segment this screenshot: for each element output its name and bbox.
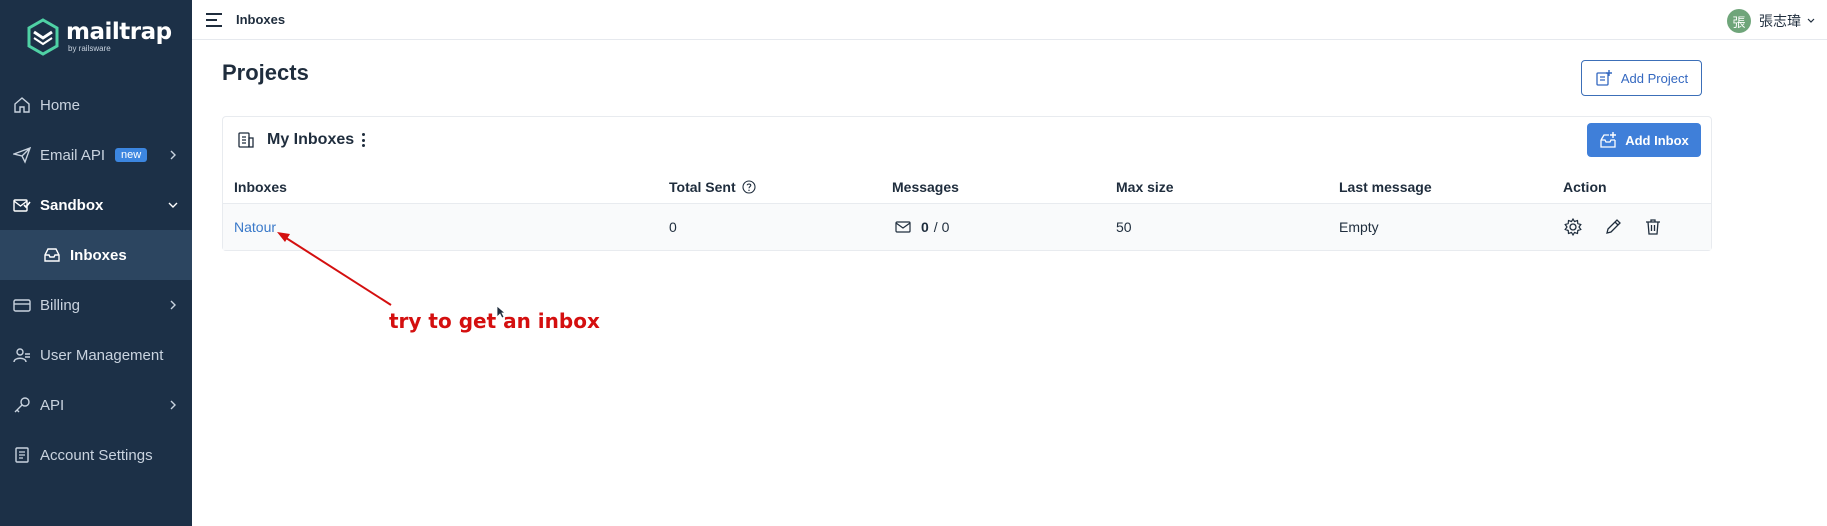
add-inbox-label: Add Inbox bbox=[1625, 132, 1689, 148]
chevron-down-icon bbox=[1807, 18, 1815, 23]
sidebar-item-inboxes[interactable]: Inboxes bbox=[0, 230, 192, 280]
column-header-label: Total Sent bbox=[669, 179, 736, 195]
sidebar-item-home[interactable]: Home bbox=[0, 80, 192, 130]
sidebar: mailtrap by railsware Home Email API new… bbox=[0, 0, 192, 526]
sidebar-item-user-management[interactable]: User Management bbox=[0, 330, 192, 380]
menu-toggle-icon[interactable] bbox=[206, 12, 222, 27]
column-header-messages: Messages bbox=[892, 179, 959, 195]
help-icon[interactable] bbox=[742, 180, 756, 194]
annotation-text: try to get an inbox bbox=[389, 309, 600, 333]
column-header-last-message: Last message bbox=[1339, 179, 1432, 195]
messages-unread: 0 bbox=[921, 219, 929, 235]
settings-doc-icon bbox=[12, 445, 32, 465]
key-icon bbox=[12, 395, 32, 415]
column-header-action: Action bbox=[1563, 179, 1607, 195]
mouse-cursor-icon bbox=[496, 305, 506, 319]
last-message-value: Empty bbox=[1339, 219, 1379, 235]
column-header-inboxes: Inboxes bbox=[234, 179, 287, 195]
topbar: Inboxes 張 張志瑋 bbox=[192, 0, 1827, 40]
new-badge: new bbox=[115, 148, 148, 162]
sidebar-item-label: Account Settings bbox=[40, 446, 153, 464]
add-project-button[interactable]: Add Project bbox=[1581, 60, 1702, 96]
inbox-link[interactable]: Natour bbox=[234, 204, 276, 250]
add-inbox-button[interactable]: Add Inbox bbox=[1587, 123, 1701, 157]
chevron-right-icon bbox=[170, 300, 176, 310]
sidebar-item-email-api[interactable]: Email API new bbox=[0, 130, 192, 180]
total-sent-value: 0 bbox=[669, 219, 677, 235]
add-project-icon bbox=[1596, 70, 1612, 86]
gear-icon[interactable] bbox=[1563, 217, 1583, 237]
project-icon bbox=[238, 132, 254, 148]
user-name: 張志瑋 bbox=[1759, 13, 1801, 29]
sidebar-item-label: Home bbox=[40, 96, 81, 114]
column-header-max-size: Max size bbox=[1116, 179, 1174, 195]
messages-cell: 0 / 0 bbox=[895, 204, 949, 250]
trash-icon[interactable] bbox=[1643, 217, 1663, 237]
kebab-menu-icon[interactable] bbox=[362, 133, 366, 147]
table-row: Natour 0 0 / 0 50 Empty bbox=[223, 203, 1711, 250]
max-size-value: 50 bbox=[1116, 219, 1132, 235]
messages-total: / 0 bbox=[933, 219, 950, 235]
avatar: 張 bbox=[1727, 9, 1751, 33]
envelope-icon bbox=[895, 221, 911, 233]
project-card: My Inboxes Add Inbox Inboxes Total Sent … bbox=[222, 116, 1712, 251]
sidebar-item-billing[interactable]: Billing bbox=[0, 280, 192, 330]
add-inbox-icon bbox=[1600, 132, 1617, 148]
users-icon bbox=[12, 345, 32, 365]
inbox-icon bbox=[42, 245, 62, 265]
billing-icon bbox=[12, 295, 32, 315]
table-header: Inboxes Total Sent Messages Max size Las… bbox=[223, 171, 1711, 203]
mailtrap-logo-icon bbox=[27, 18, 59, 56]
edit-pencil-icon[interactable] bbox=[1603, 217, 1623, 237]
project-header: My Inboxes bbox=[237, 131, 366, 149]
send-icon bbox=[12, 145, 32, 165]
brand-sub: by railsware bbox=[68, 44, 111, 53]
sandbox-icon bbox=[12, 195, 32, 215]
home-icon bbox=[12, 95, 32, 115]
sidebar-item-label: Sandbox bbox=[40, 196, 104, 214]
sidebar-nav: Home Email API new Sandbox Inboxes Billi… bbox=[0, 80, 192, 480]
add-project-label: Add Project bbox=[1620, 70, 1689, 86]
chevron-right-icon bbox=[170, 150, 176, 160]
sidebar-item-sandbox[interactable]: Sandbox bbox=[0, 180, 192, 230]
sidebar-item-account-settings[interactable]: Account Settings bbox=[0, 430, 192, 480]
chevron-down-icon bbox=[168, 202, 178, 208]
chevron-right-icon bbox=[170, 400, 176, 410]
action-cell bbox=[1563, 204, 1683, 250]
sidebar-item-label: User Management bbox=[40, 346, 164, 364]
column-header-total-sent: Total Sent bbox=[669, 171, 756, 203]
user-menu[interactable]: 張 張志瑋 bbox=[1727, 9, 1815, 33]
mailtrap-logo[interactable]: mailtrap by railsware bbox=[26, 18, 172, 56]
sidebar-item-label: Billing bbox=[40, 296, 81, 314]
page-breadcrumb: Inboxes bbox=[236, 12, 286, 27]
project-name: My Inboxes bbox=[267, 131, 355, 148]
sidebar-item-label: Email API bbox=[40, 146, 106, 164]
brand-name: mailtrap bbox=[66, 19, 172, 45]
sidebar-item-label: API bbox=[40, 396, 65, 414]
page-title: Projects bbox=[222, 60, 309, 85]
sidebar-item-api[interactable]: API bbox=[0, 380, 192, 430]
sidebar-item-label: Inboxes bbox=[70, 246, 127, 264]
